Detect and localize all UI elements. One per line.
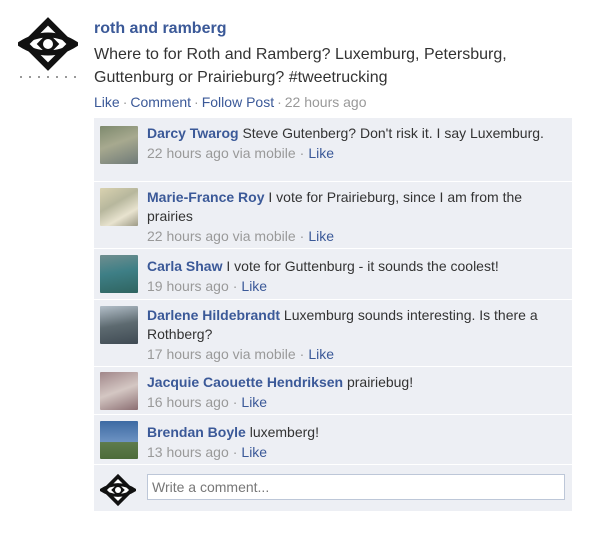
comment-composer xyxy=(94,465,572,511)
commenter-name-link[interactable]: Brendan Boyle xyxy=(147,424,246,440)
comment-like-link[interactable]: Like xyxy=(241,444,267,460)
commenter-name-link[interactable]: Darlene Hildebrandt xyxy=(147,307,280,323)
comment-text: prairiebug! xyxy=(346,374,414,390)
roth-ramberg-logo-icon[interactable] xyxy=(15,14,81,80)
commenter-avatar[interactable] xyxy=(100,421,138,459)
separator: · xyxy=(299,228,305,244)
post-message: Where to for Roth and Ramberg? Luxemburg… xyxy=(94,46,507,86)
comment-link[interactable]: Comment xyxy=(130,94,191,110)
comment-text: Steve Gutenberg? Don't risk it. I say Lu… xyxy=(242,125,544,141)
commenter-avatar[interactable] xyxy=(100,126,138,164)
comment-like-link[interactable]: Like xyxy=(241,278,267,294)
comment-timestamp[interactable]: 13 hours ago xyxy=(147,444,229,460)
separator: · xyxy=(122,94,128,110)
commenter-avatar[interactable] xyxy=(100,188,138,226)
commenter-name-link[interactable]: Darcy Twarog xyxy=(147,125,239,141)
separator: · xyxy=(299,346,305,362)
comment-like-link[interactable]: Like xyxy=(308,145,334,161)
comment-like-link[interactable]: Like xyxy=(308,346,334,362)
comment-item: Carla Shaw I vote for Guttenburg - it so… xyxy=(94,249,572,300)
commenter-name-link[interactable]: Marie-France Roy xyxy=(147,189,264,205)
comment-text: luxemberg! xyxy=(249,424,319,440)
like-link[interactable]: Like xyxy=(94,94,120,110)
comment-item: Brendan Boyle luxemberg! 13 hours ago · Li… xyxy=(94,415,572,465)
post-author-link[interactable]: roth and ramberg xyxy=(94,20,226,38)
comments-list: Darcy Twarog Steve Gutenberg? Don't risk… xyxy=(94,118,572,511)
comment-item: Darlene Hildebrandt Luxemburg sounds int… xyxy=(94,300,572,367)
separator: · xyxy=(232,394,238,410)
comment-item: Darcy Twarog Steve Gutenberg? Don't risk… xyxy=(94,118,572,182)
post-actions: Like · Comment · Follow Post · 22 hours ago xyxy=(94,94,366,110)
comment-timestamp[interactable]: 17 hours ago via mobile xyxy=(147,346,296,362)
comment-item: Jacquie Caouette Hendriksen prairiebug! … xyxy=(94,367,572,415)
separator: · xyxy=(277,94,282,110)
comment-timestamp[interactable]: 22 hours ago via mobile xyxy=(147,228,296,244)
separator: · xyxy=(232,444,238,460)
comment-like-link[interactable]: Like xyxy=(308,228,334,244)
write-comment-input[interactable] xyxy=(147,474,565,500)
post-timestamp[interactable]: 22 hours ago xyxy=(285,94,367,110)
commenter-avatar[interactable] xyxy=(100,372,138,410)
wall-post: roth and ramberg Where to for Roth and R… xyxy=(0,0,609,536)
separator: · xyxy=(299,145,305,161)
separator: · xyxy=(232,278,238,294)
comment-text: I vote for Guttenburg - it sounds the co… xyxy=(226,258,499,274)
comment-item: Marie-France Roy I vote for Prairieburg,… xyxy=(94,182,572,249)
commenter-avatar[interactable] xyxy=(100,306,138,344)
commenter-name-link[interactable]: Jacquie Caouette Hendriksen xyxy=(147,374,343,390)
follow-post-link[interactable]: Follow Post xyxy=(202,94,274,110)
commenter-avatar[interactable] xyxy=(100,255,138,293)
comment-like-link[interactable]: Like xyxy=(241,394,267,410)
comment-timestamp[interactable]: 19 hours ago xyxy=(147,278,229,294)
comment-timestamp[interactable]: 16 hours ago xyxy=(147,394,229,410)
commenter-name-link[interactable]: Carla Shaw xyxy=(147,258,222,274)
comment-timestamp[interactable]: 22 hours ago via mobile xyxy=(147,145,296,161)
current-user-avatar xyxy=(98,472,138,508)
separator: · xyxy=(194,94,199,110)
